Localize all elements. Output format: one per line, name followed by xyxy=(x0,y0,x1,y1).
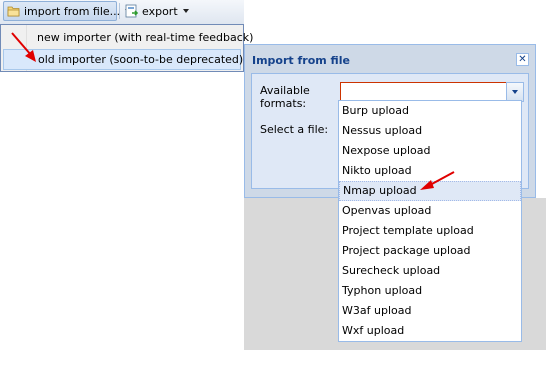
chevron-down-icon xyxy=(182,9,189,13)
list-item-selected[interactable]: Nmap upload xyxy=(339,181,521,201)
list-item[interactable]: Project template upload xyxy=(339,221,521,241)
list-item[interactable]: W3af upload xyxy=(339,301,521,321)
list-item[interactable]: Nikto upload xyxy=(339,161,521,181)
list-item[interactable]: Openvas upload xyxy=(339,201,521,221)
import-button-label: import from file... xyxy=(24,4,121,18)
export-button[interactable]: export xyxy=(122,1,192,21)
export-button-label: export xyxy=(142,4,178,18)
toolbar: import from file... export xyxy=(0,0,244,25)
select-file-label: Select a file: xyxy=(260,123,329,136)
formats-combo[interactable] xyxy=(340,82,524,102)
list-item[interactable]: Nexpose upload xyxy=(339,141,521,161)
list-item[interactable]: Wxf upload xyxy=(339,321,521,341)
available-formats-label: Available formats: xyxy=(260,84,310,110)
list-item[interactable]: Project package upload xyxy=(339,241,521,261)
export-icon xyxy=(125,4,139,18)
folder-icon xyxy=(7,4,21,18)
menu-item-old-importer[interactable]: old importer (soon-to-be deprecated) xyxy=(3,49,243,70)
list-item[interactable]: Typhon upload xyxy=(339,281,521,301)
list-item[interactable]: Burp upload xyxy=(339,101,521,121)
window-title: Import from file xyxy=(252,54,350,67)
import-from-file-button[interactable]: import from file... xyxy=(3,1,132,21)
format-list: Burp upload Nessus upload Nexpose upload… xyxy=(338,100,522,342)
formats-input[interactable] xyxy=(341,83,505,101)
close-icon[interactable]: ✕ xyxy=(516,53,529,66)
toolbar-separator xyxy=(119,3,120,19)
list-item[interactable]: Nessus upload xyxy=(339,121,521,141)
menu-item-new-importer[interactable]: new importer (with real-time feedback) xyxy=(3,27,253,48)
list-item[interactable]: Surecheck upload xyxy=(339,261,521,281)
chevron-down-icon[interactable] xyxy=(506,82,524,102)
import-menu: new importer (with real-time feedback) o… xyxy=(0,24,253,72)
